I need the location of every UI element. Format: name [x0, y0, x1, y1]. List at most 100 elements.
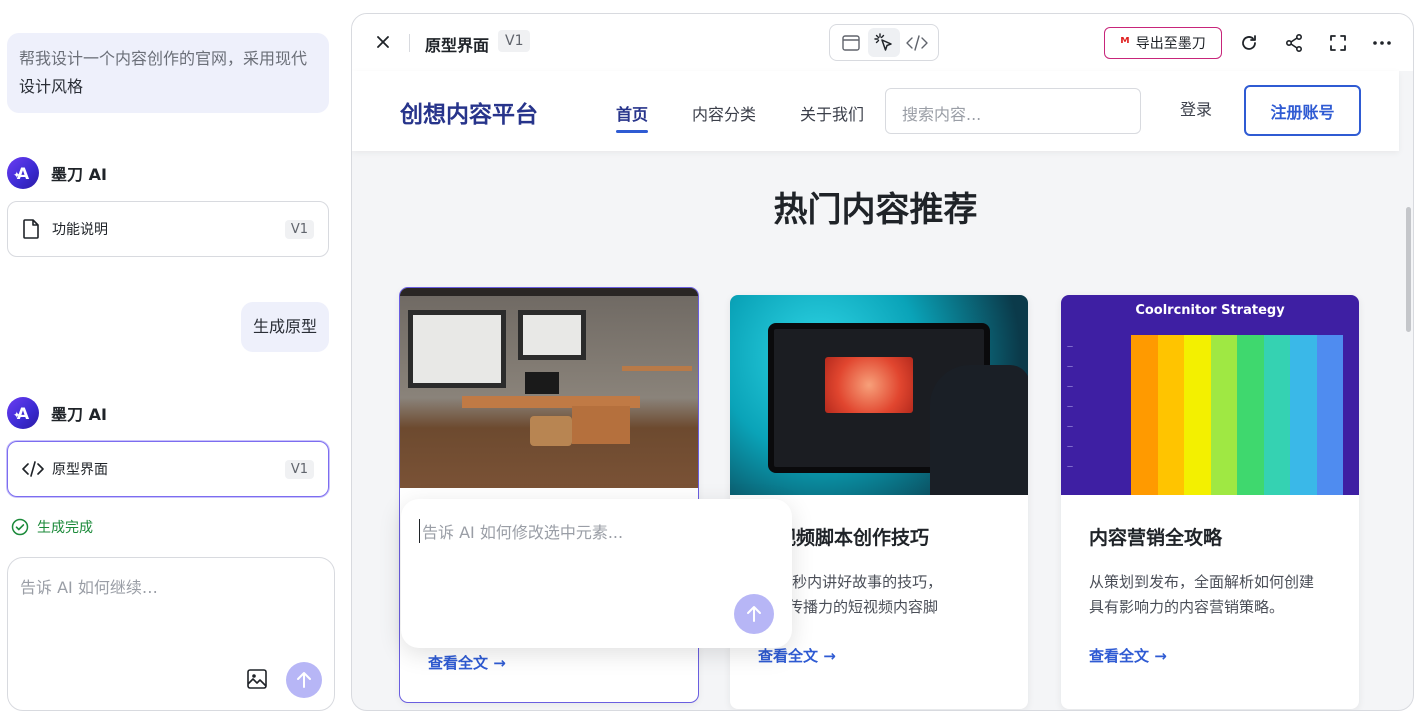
nav-link-categories[interactable]: 内容分类	[692, 101, 756, 125]
image-heatmap-title: Coolrcnitor Strategy	[1135, 303, 1285, 318]
heat-column	[1237, 335, 1264, 495]
article-desc-line: 具有影响力的内容营销策略。	[1089, 598, 1285, 616]
ai-header: A ✦ 墨刀 AI	[7, 157, 107, 189]
image-detail	[930, 365, 1028, 495]
article-card[interactable]: Coolrcnitor Strategy — — — — — — — 内容营销全…	[1061, 295, 1359, 709]
code-mode-button[interactable]	[901, 28, 933, 57]
version-badge: V1	[284, 219, 314, 239]
preview-toolbar: 原型界面 V1 ᴹ 导出至墨刀	[352, 14, 1413, 71]
image-detail: —	[1067, 403, 1073, 410]
heat-column	[1184, 335, 1211, 495]
modao-logo-icon: ᴹ	[1120, 34, 1130, 52]
nav-link-about[interactable]: 关于我们	[800, 101, 864, 125]
status-text: 生成完成	[37, 520, 93, 536]
card-label: 原型界面	[52, 462, 108, 478]
ai-edit-input[interactable]: 告诉 AI 如何修改选中元素...	[419, 519, 774, 543]
chat-panel: 帮我设计一个内容创作的官网，采用现代 设计风格 A ✦ 墨刀 AI 功能说明 V1…	[0, 0, 340, 720]
heat-column	[1316, 335, 1343, 495]
heat-column	[1210, 335, 1237, 495]
image-detail	[622, 366, 692, 371]
article-desc: 在30秒内讲好故事的技巧， 具有传播力的短视频内容脚	[758, 570, 1000, 620]
image-detail: —	[1067, 423, 1073, 430]
user-message: 帮我设计一个内容创作的官网，采用现代 设计风格	[7, 33, 329, 113]
image-detail	[525, 372, 559, 394]
code-icon	[906, 34, 929, 51]
document-icon	[22, 219, 44, 239]
check-circle-icon	[11, 518, 29, 536]
article-body: 内容营销全攻略 从策划到发布，全面解析如何创建 具有影响力的内容营销策略。 查看全…	[1061, 495, 1359, 694]
card-label: 功能说明	[52, 222, 108, 238]
nav-link-home[interactable]: 首页	[616, 101, 649, 133]
scrollbar[interactable]	[1406, 207, 1411, 332]
image-detail	[530, 416, 572, 446]
pointer-select-icon	[874, 32, 892, 51]
more-icon[interactable]	[1372, 33, 1392, 57]
version-badge: V1	[498, 30, 531, 52]
read-more-link[interactable]: 查看全文 →	[1089, 645, 1331, 666]
export-button[interactable]: ᴹ 导出至墨刀	[1104, 27, 1222, 59]
read-more-link[interactable]: 查看全文 →	[758, 645, 1000, 666]
user-message-line: 设计风格	[19, 77, 84, 96]
prototype-card[interactable]: 原型界面 V1	[7, 441, 329, 497]
read-more-link[interactable]: 查看全文 →	[428, 652, 506, 673]
article-desc-line: 从策划到发布，全面解析如何创建	[1089, 573, 1315, 591]
image-detail	[825, 357, 913, 413]
article-image	[400, 288, 698, 488]
share-icon[interactable]	[1284, 33, 1304, 57]
user-message-text: 生成原型	[253, 317, 318, 336]
image-detail	[400, 288, 698, 296]
image-detail: —	[1067, 383, 1073, 390]
close-icon[interactable]	[374, 33, 392, 55]
preview-title: 原型界面	[425, 36, 490, 55]
heat-column	[1131, 335, 1158, 495]
send-button[interactable]	[286, 662, 322, 698]
code-icon	[22, 461, 44, 477]
ai-logo-icon: A ✦	[7, 397, 39, 429]
view-mode-switcher	[829, 24, 939, 61]
ai-name: 墨刀 AI	[51, 165, 107, 184]
image-detail	[408, 310, 506, 388]
preview-mode-button[interactable]	[835, 28, 867, 57]
window-icon	[841, 34, 860, 51]
chat-composer[interactable]: 告诉 AI 如何继续…	[7, 557, 335, 711]
heat-column	[1157, 335, 1184, 495]
feature-doc-card[interactable]: 功能说明 V1	[7, 201, 329, 257]
arrow-up-icon	[747, 606, 761, 622]
site-header: 创想内容平台 首页 内容分类 关于我们 搜索内容... 登录 注册账号	[352, 71, 1399, 151]
ai-logo-icon: A ✦	[7, 157, 39, 189]
article-image: Coolrcnitor Strategy — — — — — — —	[1061, 295, 1359, 495]
ai-header: A ✦ 墨刀 AI	[7, 397, 107, 429]
article-desc-line: 在30秒内讲好故事的技巧，	[758, 573, 943, 591]
arrow-up-icon	[297, 672, 311, 688]
article-title: 短视频脚本创作技巧	[758, 527, 930, 549]
register-button[interactable]: 注册账号	[1244, 85, 1361, 136]
composer-input[interactable]: 告诉 AI 如何继续…	[20, 574, 322, 598]
select-mode-button[interactable]	[867, 28, 900, 57]
image-detail: —	[1067, 443, 1073, 450]
generation-status: 生成完成	[11, 517, 93, 537]
ai-edit-popup[interactable]: 告诉 AI 如何修改选中元素...	[401, 499, 792, 648]
refresh-icon[interactable]	[1239, 33, 1259, 57]
image-upload-icon[interactable]	[246, 668, 268, 694]
ai-edit-send-button[interactable]	[734, 594, 774, 634]
article-desc-line: 具有传播力的短视频内容脚	[758, 598, 939, 616]
heat-column	[1290, 335, 1317, 495]
image-detail	[518, 310, 586, 360]
export-label: 导出至墨刀	[1135, 36, 1206, 52]
login-link[interactable]: 登录	[1180, 96, 1212, 120]
site-logo[interactable]: 创想内容平台	[400, 95, 538, 129]
ai-name: 墨刀 AI	[51, 405, 107, 424]
heat-column	[1263, 335, 1290, 495]
fullscreen-icon[interactable]	[1328, 33, 1348, 57]
preview-window: 原型界面 V1 ᴹ 导出至墨刀 创想内容平台 首页 内容分类 关于我们 搜索内容…	[351, 13, 1414, 711]
search-input[interactable]: 搜索内容...	[885, 88, 1141, 134]
user-message-line: 帮我设计一个内容创作的官网，采用现代	[19, 49, 308, 68]
image-detail: —	[1067, 363, 1073, 370]
user-message: 生成原型	[241, 302, 329, 352]
article-title: 内容营销全攻略	[1089, 527, 1223, 549]
image-detail	[572, 406, 630, 444]
image-detail: —	[1067, 463, 1073, 470]
image-heatmap-grid	[1131, 335, 1343, 495]
image-detail: —	[1067, 343, 1073, 350]
article-desc: 从策划到发布，全面解析如何创建 具有影响力的内容营销策略。	[1089, 570, 1331, 620]
